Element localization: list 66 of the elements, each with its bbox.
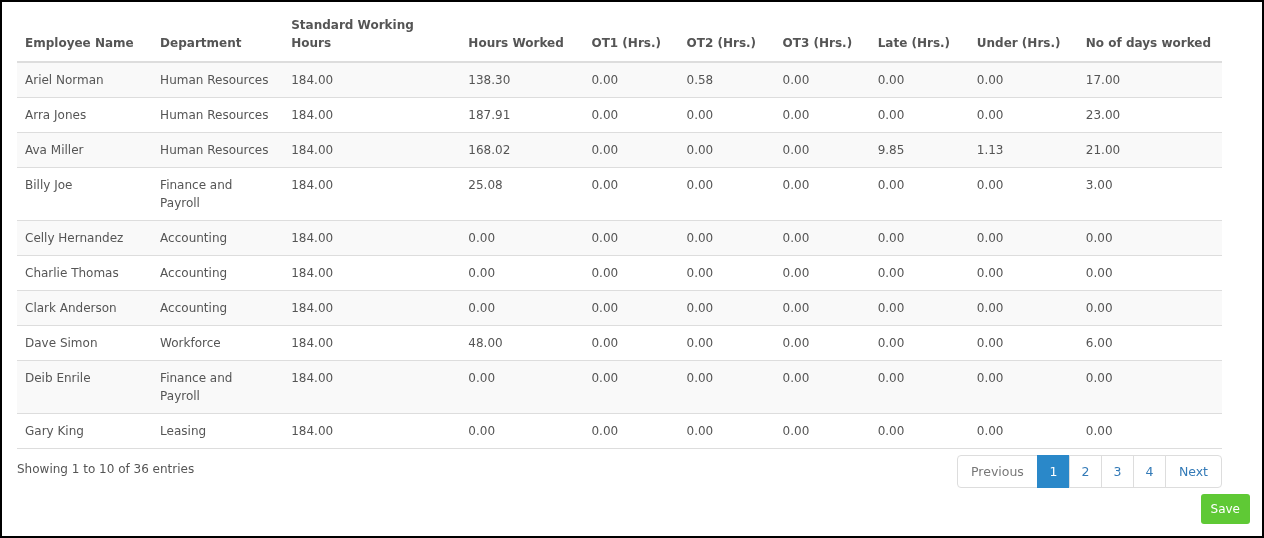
- table-cell: Clark Anderson: [17, 290, 153, 326]
- page-button[interactable]: 1: [1036, 455, 1070, 488]
- table-cell: 0.00: [968, 413, 1078, 449]
- table-cell: 0.00: [774, 220, 870, 256]
- table-cell: 0.00: [774, 360, 870, 414]
- table-cell: 0.00: [869, 290, 969, 326]
- table-cell: 0.00: [869, 220, 969, 256]
- table-cell: 9.85: [869, 132, 969, 168]
- table-cell: Human Resources: [152, 132, 284, 168]
- table-cell: 0.00: [460, 413, 584, 449]
- table-cell: 0.00: [678, 290, 775, 326]
- page-button[interactable]: Next: [1164, 455, 1222, 488]
- table-cell: 138.30: [460, 62, 584, 98]
- table-cell: 0.00: [583, 132, 679, 168]
- table-cell: 184.00: [283, 132, 461, 168]
- table-cell: 168.02: [460, 132, 584, 168]
- table-cell: Human Resources: [152, 62, 284, 98]
- table-cell: 0.00: [774, 290, 870, 326]
- table-cell: 0.00: [869, 62, 969, 98]
- table-cell: 0.00: [774, 62, 870, 98]
- table-cell: 0.00: [583, 62, 679, 98]
- table-cell: 0.00: [1077, 360, 1222, 414]
- page-button[interactable]: 4: [1132, 455, 1166, 488]
- table-cell: 0.00: [968, 220, 1078, 256]
- table-cell: 0.00: [968, 290, 1078, 326]
- table-cell: 184.00: [283, 413, 461, 449]
- table-cell: 0.00: [460, 220, 584, 256]
- table-cell: 0.00: [1077, 413, 1222, 449]
- table-cell: 0.00: [583, 413, 679, 449]
- table-cell: 17.00: [1077, 62, 1222, 98]
- table-cell: 184.00: [283, 62, 461, 98]
- table-cell: 0.00: [774, 132, 870, 168]
- table-cell: 0.00: [583, 220, 679, 256]
- table-cell: 0.00: [678, 413, 775, 449]
- table-cell: 184.00: [283, 360, 461, 414]
- table-cell: 0.58: [678, 62, 775, 98]
- table-cell: Accounting: [152, 220, 284, 256]
- page-button[interactable]: 2: [1068, 455, 1102, 488]
- entries-info: Showing 1 to 10 of 36 entries: [17, 462, 195, 476]
- table-cell: Ava Miller: [17, 132, 153, 168]
- table-cell: Ariel Norman: [17, 62, 153, 98]
- table-cell: 0.00: [968, 62, 1078, 98]
- table-cell: Finance and Payroll: [152, 360, 284, 414]
- table-cell: 184.00: [283, 220, 461, 256]
- table-cell: 0.00: [1077, 220, 1222, 256]
- table-cell: 0.00: [678, 132, 775, 168]
- table-cell: 0.00: [460, 290, 584, 326]
- table-cell: 0.00: [678, 360, 775, 414]
- table-cell: 0.00: [460, 360, 584, 414]
- table-cell: 0.00: [678, 220, 775, 256]
- table-cell: Deib Enrile: [17, 360, 153, 414]
- table-cell: 0.00: [869, 413, 969, 449]
- table-cell: 0.00: [583, 290, 679, 326]
- page-button[interactable]: 3: [1100, 455, 1134, 488]
- table-cell: 0.00: [869, 360, 969, 414]
- table-cell: 184.00: [283, 290, 461, 326]
- table-cell: 21.00: [1077, 132, 1222, 168]
- table-cell: Accounting: [152, 290, 284, 326]
- table-cell: 0.00: [1077, 290, 1222, 326]
- table-cell: Gary King: [17, 413, 153, 449]
- table-cell: Celly Hernandez: [17, 220, 153, 256]
- table-cell: 0.00: [774, 413, 870, 449]
- table-cell: Leasing: [152, 413, 284, 449]
- table-cell: 0.00: [968, 360, 1078, 414]
- table-cell: 0.00: [583, 360, 679, 414]
- table-cell: 1.13: [968, 132, 1078, 168]
